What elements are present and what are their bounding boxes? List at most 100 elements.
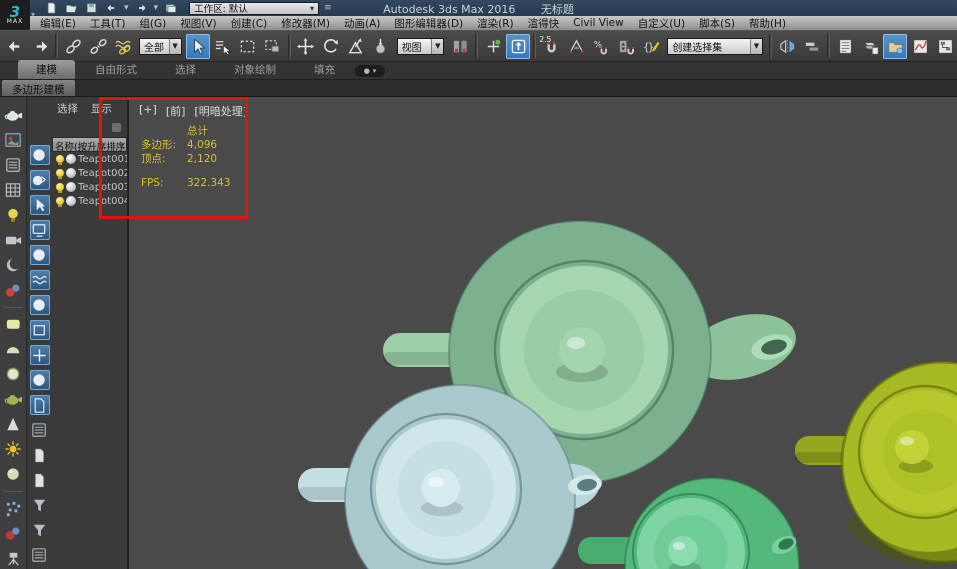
cone-icon[interactable] <box>2 414 24 435</box>
sun-icon[interactable] <box>2 439 24 460</box>
list-item[interactable]: Teapot003 <box>52 180 127 194</box>
light-lister-icon[interactable] <box>2 205 24 226</box>
scene-explorer-toggle[interactable] <box>883 33 907 59</box>
filter-funnel-icon[interactable] <box>30 495 50 515</box>
list-item[interactable]: Teapot004 <box>52 194 127 208</box>
align-button[interactable] <box>800 34 824 59</box>
use-pivot-point-center-button[interactable] <box>448 34 472 59</box>
curve-editor-button[interactable] <box>908 34 932 59</box>
angle-snap-toggle[interactable] <box>564 34 588 59</box>
ribbon-tab-object-paint[interactable]: 对象绘制 <box>216 60 294 79</box>
menu-modifiers[interactable]: 修改器(M) <box>281 16 330 31</box>
video-camera-icon[interactable] <box>2 230 24 251</box>
page2-icon[interactable] <box>30 470 50 490</box>
menu-create[interactable]: 创建(C) <box>231 16 268 31</box>
viewport-menu-general[interactable]: [+] <box>139 103 157 119</box>
redo-scene-button[interactable] <box>28 34 52 59</box>
save-file-button[interactable] <box>84 2 99 15</box>
camera-tripod-icon[interactable] <box>2 548 24 569</box>
filter-geometry-icon[interactable] <box>29 145 50 165</box>
visibility-bulb-icon[interactable] <box>56 169 64 179</box>
sphere-icon[interactable] <box>2 464 24 485</box>
viewport-menu-shading[interactable]: [明暗处理] <box>194 103 247 119</box>
undo-dropdown-icon[interactable]: ▾ <box>124 3 129 13</box>
ribbon-tab-freeform[interactable]: 自由形式 <box>77 60 155 79</box>
polygon-modeling-panel-tab[interactable]: 多边形建模 <box>2 80 75 96</box>
ribbon-tab-modeling[interactable]: 建模 <box>18 60 75 79</box>
percent-snap-toggle[interactable]: % <box>589 34 613 59</box>
snaps-toggle-2.5d[interactable]: 2.5 <box>539 34 563 59</box>
name-column-header[interactable]: 名称(按升序排序) <box>52 137 127 152</box>
grid-table-icon[interactable] <box>2 180 24 201</box>
undo-scene-button[interactable] <box>3 34 27 59</box>
filter-groups-icon[interactable] <box>29 295 50 315</box>
filter-containers-icon[interactable] <box>29 370 50 390</box>
app-menu-button[interactable]: 3 MAX <box>0 0 30 30</box>
menu-graph-editors[interactable]: 图形编辑器(D) <box>394 16 463 31</box>
select-and-link-icon[interactable] <box>61 34 85 59</box>
select-object-button[interactable] <box>185 33 210 59</box>
window-crossing-toggle[interactable] <box>261 34 285 59</box>
filter-spacewarps-icon[interactable] <box>29 270 50 290</box>
plane-icon[interactable] <box>2 314 24 335</box>
search-icon[interactable] <box>112 123 121 132</box>
undo-button[interactable] <box>104 2 119 15</box>
reference-coordinate-dropdown[interactable]: 视图 ▼ <box>396 37 445 55</box>
selection-filter-dropdown[interactable]: 全部 ▼ <box>139 37 182 55</box>
select-and-rotate-button[interactable] <box>319 34 343 59</box>
menu-views[interactable]: 视图(V) <box>180 16 216 31</box>
filter-xrefs-icon[interactable] <box>29 320 50 340</box>
keyboard-shortcut-override-toggle[interactable] <box>506 33 531 59</box>
filter-cameras-icon[interactable] <box>29 220 50 240</box>
project-folder-button[interactable] <box>163 2 178 15</box>
explorer-menu-select[interactable]: 选择 <box>57 101 78 117</box>
menu-civil-view[interactable]: Civil View <box>573 17 624 29</box>
explorer-menu-display[interactable]: 显示 <box>91 101 112 117</box>
edit-named-selection-sets-button[interactable]: {} <box>639 34 663 59</box>
app-menu-caret-icon[interactable]: ▾ <box>31 10 35 19</box>
select-and-scale-button[interactable] <box>344 34 368 59</box>
list-item[interactable]: Teapot001 <box>52 152 127 166</box>
dome-icon[interactable] <box>2 339 24 360</box>
named-selection-sets-dropdown[interactable]: 创建选择集 ▼ <box>667 37 763 55</box>
menu-renderfarm[interactable]: 渲得快 <box>528 16 560 31</box>
menu-scripting[interactable]: 脚本(S) <box>699 16 735 31</box>
list-item[interactable]: Teapot002 <box>52 166 127 180</box>
menu-animation[interactable]: 动画(A) <box>344 16 380 31</box>
visibility-bulb-icon[interactable] <box>56 155 64 165</box>
visibility-bulb-icon[interactable] <box>56 197 64 207</box>
red-spheres-icon[interactable] <box>2 280 24 301</box>
molecules-icon[interactable] <box>2 523 24 544</box>
unlink-selection-icon[interactable] <box>86 34 110 59</box>
menu-group[interactable]: 组(G) <box>139 16 166 31</box>
scatter-icon[interactable] <box>2 498 24 519</box>
filter-helpers-icon[interactable] <box>29 245 50 265</box>
filter-materials-icon[interactable] <box>29 395 50 415</box>
spinner-snap-toggle[interactable] <box>614 34 638 59</box>
menu-help[interactable]: 帮助(H) <box>749 16 786 31</box>
sort-list-icon[interactable] <box>30 420 50 440</box>
ring-icon[interactable] <box>2 364 24 385</box>
advanced-filter-icon[interactable] <box>30 520 50 540</box>
select-and-manipulate-button[interactable] <box>481 34 505 59</box>
ribbon-toggle-button[interactable] <box>858 34 882 59</box>
page-icon[interactable] <box>30 445 50 465</box>
schematic-view-button[interactable] <box>933 34 957 59</box>
rectangular-selection-region-button[interactable] <box>236 34 260 59</box>
new-file-button[interactable] <box>44 2 59 15</box>
viewport-menu-view[interactable]: [前] <box>166 103 186 119</box>
visibility-bulb-icon[interactable] <box>56 183 64 193</box>
layer-manager-button[interactable] <box>833 34 857 59</box>
redo-dropdown-icon[interactable]: ▾ <box>154 3 159 13</box>
ribbon-tab-selection[interactable]: 选择 <box>157 60 214 79</box>
select-and-move-button[interactable] <box>294 34 318 59</box>
menu-rendering[interactable]: 渲染(R) <box>477 16 514 31</box>
redo-button[interactable] <box>134 2 149 15</box>
wire-teapot-icon[interactable] <box>2 389 24 410</box>
list-table-icon[interactable] <box>2 155 24 176</box>
shaded-sphere-icon[interactable] <box>2 255 24 276</box>
rendered-frame-icon[interactable] <box>2 130 24 151</box>
workspace-dropdown[interactable]: 工作区: 默认 ▾ <box>189 1 320 15</box>
column-list-icon[interactable] <box>30 545 50 565</box>
workspace-menu-icon[interactable]: ≡ <box>324 3 332 13</box>
